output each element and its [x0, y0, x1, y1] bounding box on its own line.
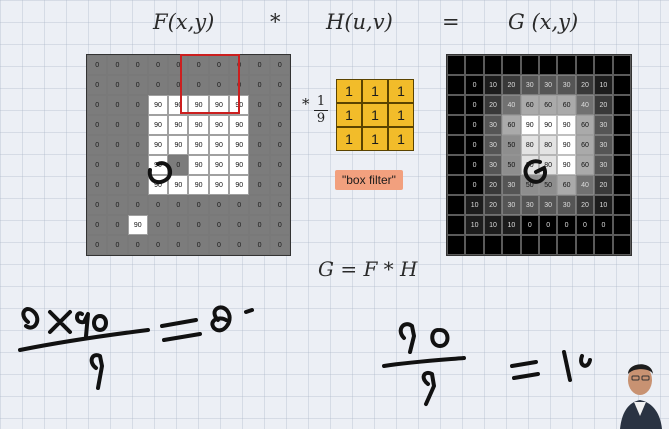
handwriting-denominator-9: [89, 353, 104, 390]
scribble-on-input: [147, 161, 173, 185]
handwriting-result-10: [562, 350, 592, 382]
handwriting-result-0: [244, 308, 254, 314]
presenter-avatar: [620, 364, 662, 429]
handwriting-equals-1: [160, 318, 202, 342]
handwriting-8x90: [21, 307, 108, 338]
handwriting-fraction-bar-1: [18, 328, 150, 352]
handwriting-90: [398, 322, 450, 354]
handwriting-denominator-9b: [421, 371, 436, 406]
handwriting-result-8: [210, 305, 232, 333]
handwriting-equals-2: [510, 360, 540, 380]
handwritten-annotations: [18, 159, 592, 406]
scribble-on-output: [523, 159, 547, 184]
handwriting-fraction-bar-2: [382, 356, 466, 368]
